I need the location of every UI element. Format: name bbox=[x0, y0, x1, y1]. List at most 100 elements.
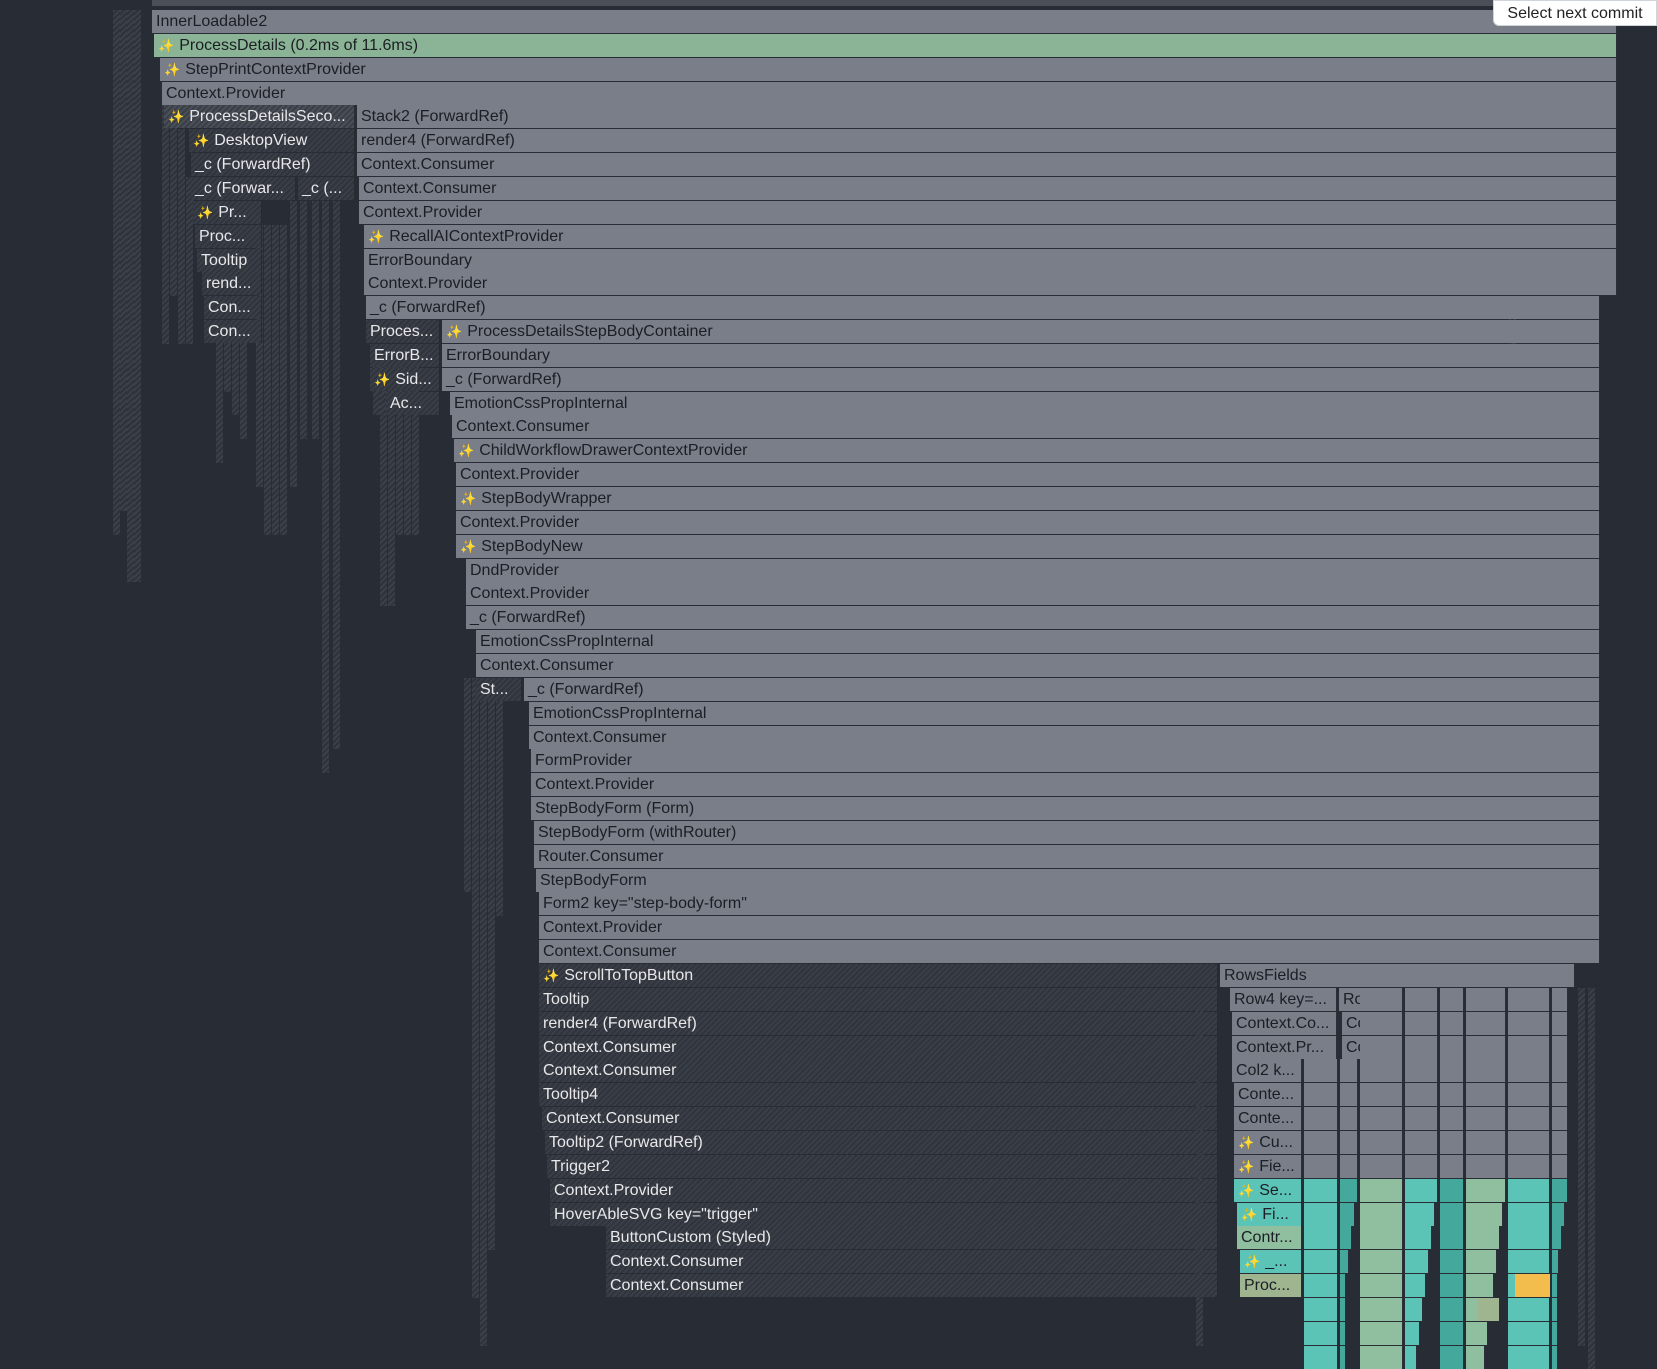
flame-node-unlabeled[interactable] bbox=[1405, 988, 1438, 1011]
flame-node-unlabeled[interactable] bbox=[1360, 1131, 1403, 1154]
flame-node-unlabeled[interactable] bbox=[1466, 1250, 1497, 1273]
flame-node-unlabeled[interactable] bbox=[1440, 1226, 1464, 1249]
flame-node-unlabeled[interactable] bbox=[1304, 1298, 1338, 1321]
flame-node-unlabeled[interactable] bbox=[1552, 1059, 1568, 1082]
flame-node[interactable]: _c (ForwardRef) bbox=[442, 368, 1600, 391]
flame-node-unlabeled[interactable] bbox=[1508, 1179, 1550, 1202]
flame-node-unlabeled[interactable] bbox=[1508, 1322, 1550, 1345]
flame-node-unlabeled[interactable] bbox=[1466, 1155, 1506, 1178]
flame-node-unlabeled[interactable] bbox=[1405, 1322, 1420, 1345]
flame-node-unlabeled[interactable] bbox=[1466, 1179, 1506, 1202]
flame-node-unlabeled[interactable] bbox=[1304, 1250, 1338, 1273]
flame-node[interactable]: Row4 key=... bbox=[1230, 988, 1337, 1011]
flame-node[interactable]: Con... bbox=[204, 320, 262, 343]
flame-node[interactable]: _c (... bbox=[298, 177, 355, 200]
flame-node-unlabeled[interactable] bbox=[1405, 1155, 1438, 1178]
flame-node-unlabeled[interactable] bbox=[1466, 988, 1506, 1011]
flame-node[interactable]: Context.Pr... bbox=[1232, 1036, 1337, 1059]
flame-node-unlabeled[interactable] bbox=[1466, 1226, 1500, 1249]
flame-node-unlabeled[interactable] bbox=[1440, 1155, 1464, 1178]
flame-node[interactable]: StepBodyForm (Form) bbox=[531, 797, 1600, 820]
flame-node[interactable]: ✨ ProcessDetailsSeco... bbox=[164, 105, 355, 128]
flame-node-unlabeled[interactable] bbox=[1340, 1179, 1358, 1202]
flame-node-unlabeled[interactable] bbox=[1466, 1059, 1506, 1082]
flame-node[interactable]: ErrorBoundary bbox=[364, 249, 1617, 272]
flame-node-unlabeled[interactable] bbox=[1405, 1107, 1438, 1130]
flame-node-unlabeled[interactable] bbox=[1304, 1322, 1338, 1345]
flame-node[interactable]: Context.Provider bbox=[539, 916, 1600, 939]
flame-node-unlabeled[interactable] bbox=[1508, 1036, 1550, 1059]
flame-node[interactable]: rend... bbox=[202, 272, 262, 295]
flame-node[interactable]: FormProvider bbox=[531, 749, 1600, 772]
flame-node-unlabeled[interactable] bbox=[1552, 988, 1568, 1011]
flame-node-unlabeled[interactable] bbox=[1340, 1059, 1358, 1082]
flame-node-unlabeled[interactable] bbox=[1340, 1203, 1355, 1226]
flame-node[interactable]: ✨ _... bbox=[1240, 1250, 1302, 1273]
flame-node[interactable]: ✨ Pr... bbox=[193, 201, 262, 224]
flame-node[interactable]: Con... bbox=[204, 296, 262, 319]
flame-node-unlabeled[interactable] bbox=[1440, 1298, 1464, 1321]
flame-node-unlabeled[interactable] bbox=[1552, 1322, 1558, 1345]
flame-node[interactable]: ErrorB... bbox=[370, 344, 440, 367]
flame-node[interactable]: ✨ RecallAIContextProvider bbox=[364, 225, 1617, 248]
flame-node-unlabeled[interactable] bbox=[1508, 1012, 1550, 1035]
flame-node-unlabeled[interactable] bbox=[1466, 1322, 1488, 1345]
flame-node[interactable]: Trigger2 bbox=[547, 1155, 1218, 1178]
flame-node-unlabeled[interactable] bbox=[1304, 1155, 1338, 1178]
flame-node-unlabeled[interactable] bbox=[1405, 1226, 1432, 1249]
flame-node-unlabeled[interactable] bbox=[1508, 1203, 1550, 1226]
flame-node-unlabeled[interactable] bbox=[1552, 1083, 1568, 1106]
flame-node-unlabeled[interactable] bbox=[1440, 1274, 1464, 1297]
flame-node[interactable]: Col2 k... bbox=[1232, 1059, 1302, 1082]
flame-node-unlabeled[interactable] bbox=[1508, 1298, 1550, 1321]
flame-node-unlabeled[interactable] bbox=[1360, 1298, 1403, 1321]
flame-node[interactable]: ✨ ScrollToTopButton bbox=[539, 964, 1218, 987]
flame-node[interactable]: StepBodyForm (withRouter) bbox=[534, 821, 1600, 844]
flame-node[interactable]: Stack2 (ForwardRef) bbox=[357, 105, 1617, 128]
flame-node-unlabeled[interactable] bbox=[1360, 1274, 1403, 1297]
flame-node-unlabeled[interactable] bbox=[1405, 1298, 1423, 1321]
flame-node[interactable]: Context.Provider bbox=[456, 463, 1600, 486]
flame-node[interactable]: Tooltip2 (ForwardRef) bbox=[545, 1131, 1218, 1154]
flame-node-unlabeled[interactable] bbox=[1304, 1107, 1338, 1130]
flame-node-unlabeled[interactable] bbox=[1508, 1131, 1550, 1154]
flame-node-unlabeled[interactable] bbox=[1360, 1226, 1403, 1249]
flame-node[interactable]: ✨ StepBodyNew bbox=[456, 535, 1600, 558]
flame-node-unlabeled[interactable] bbox=[1440, 1107, 1464, 1130]
flame-node[interactable]: Tooltip4 bbox=[539, 1083, 1218, 1106]
flame-node[interactable]: Contr... bbox=[1237, 1226, 1302, 1249]
flame-node[interactable]: StepBodyForm bbox=[536, 869, 1600, 892]
flame-node[interactable]: ✨ Sid... bbox=[370, 368, 440, 391]
flame-node-unlabeled[interactable] bbox=[1440, 1179, 1464, 1202]
flame-node[interactable]: EmotionCssPropInternal bbox=[476, 630, 1600, 653]
flame-node-unlabeled[interactable] bbox=[1340, 1298, 1346, 1321]
flame-node[interactable]: Context.Consumer bbox=[606, 1250, 1218, 1273]
flame-node-unlabeled[interactable] bbox=[1340, 1346, 1346, 1369]
flame-node-unlabeled[interactable] bbox=[1466, 1107, 1506, 1130]
flame-node-unlabeled[interactable] bbox=[1340, 1322, 1346, 1345]
flame-node-unlabeled[interactable] bbox=[1304, 1179, 1338, 1202]
flame-node[interactable]: Context.Provider bbox=[364, 272, 1617, 295]
flame-node[interactable]: _c (ForwardRef) bbox=[466, 606, 1600, 629]
flame-node[interactable]: Context.Consumer bbox=[359, 177, 1617, 200]
flame-node-unlabeled[interactable] bbox=[1340, 1155, 1358, 1178]
flame-node[interactable]: Conte... bbox=[1234, 1083, 1302, 1106]
flame-node-unlabeled[interactable] bbox=[1405, 1036, 1438, 1059]
flame-node-unlabeled[interactable] bbox=[1405, 1059, 1438, 1082]
flame-node[interactable]: _c (ForwardRef) bbox=[366, 296, 1600, 319]
flame-node-unlabeled[interactable] bbox=[1360, 1346, 1403, 1369]
flame-node-unlabeled[interactable] bbox=[1304, 1346, 1338, 1369]
flame-node[interactable]: EmotionCssPropInternal bbox=[450, 392, 1600, 415]
flame-node[interactable]: Context.Consumer bbox=[539, 1036, 1218, 1059]
flame-node-unlabeled[interactable] bbox=[1360, 1155, 1403, 1178]
flame-node-unlabeled[interactable] bbox=[1440, 1250, 1464, 1273]
flame-node-unlabeled[interactable] bbox=[1304, 1083, 1338, 1106]
flame-node-unlabeled[interactable] bbox=[1552, 1107, 1568, 1130]
flame-node[interactable]: _c (ForwardRef) bbox=[191, 153, 355, 176]
flame-node-unlabeled[interactable] bbox=[1552, 1226, 1562, 1249]
flame-node[interactable]: Context.Consumer bbox=[529, 726, 1600, 749]
flame-node[interactable]: Proces... bbox=[366, 320, 440, 343]
flame-node[interactable]: Context.Provider bbox=[162, 82, 1617, 105]
flame-node-unlabeled[interactable] bbox=[1440, 1346, 1464, 1369]
flame-node-unlabeled[interactable] bbox=[1515, 1274, 1551, 1297]
